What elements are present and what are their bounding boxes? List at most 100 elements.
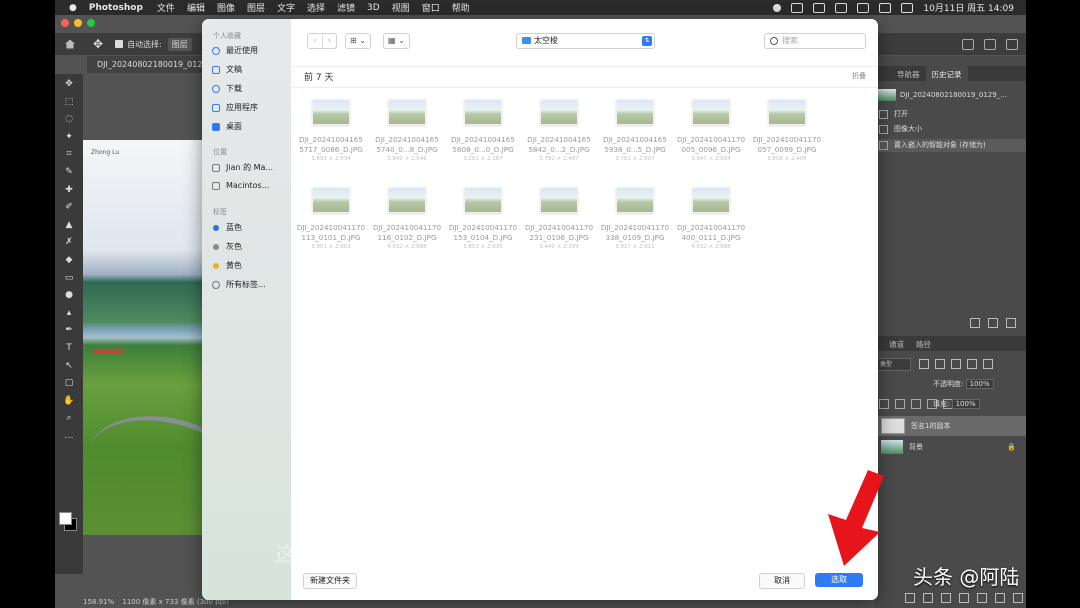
marquee-tool-icon[interactable]: ⬚ (63, 97, 75, 107)
file-item[interactable]: DJI_202410041170 400_0111_D.JPG 4,032 × 2,… (673, 187, 749, 250)
sidebar-item-disk[interactable]: Macintos... (212, 181, 269, 190)
menu-select[interactable]: 选择 (307, 1, 325, 14)
menubar-clock[interactable]: 10月11日 周五 14:09 (923, 1, 1014, 14)
brush-tool-icon[interactable]: ✐ (63, 202, 75, 212)
file-item[interactable]: DJI_20241004165 5717_0086_D.JPG 3,891 × 2,… (293, 99, 369, 162)
workspace-icon[interactable] (984, 38, 996, 50)
more-tools-icon[interactable]: … (63, 431, 75, 441)
sidebar-all-tags[interactable]: 所有标签... (212, 279, 266, 290)
home-icon[interactable] (65, 39, 75, 49)
view-mode-button[interactable]: ⊞ ⌄ (345, 33, 371, 49)
file-item[interactable]: DJI_20241004165 5740_0...8_D.JPG 3,849 × 2… (369, 99, 445, 162)
adjustment-icon[interactable] (959, 593, 969, 603)
file-item[interactable]: DJI_202410041170 057_0099_D.JPG 3,658 × 2,… (749, 99, 825, 162)
menu-layer[interactable]: 图层 (247, 1, 265, 14)
stamp-tool-icon[interactable]: ▲ (63, 220, 75, 230)
history-item[interactable]: 图像大小 (875, 123, 1026, 136)
new-layer-icon[interactable] (995, 593, 1005, 603)
history-brush-icon[interactable]: ✗ (63, 237, 75, 247)
menu-filter[interactable]: 滤镜 (337, 1, 355, 14)
eyedropper-icon[interactable]: ✎ (63, 167, 75, 177)
file-item[interactable]: DJI_20241004165 5938_0...5_D.JPG 3,761 × 2… (597, 99, 673, 162)
sidebar-item-applications[interactable]: 应用程序 (212, 102, 258, 113)
opacity-input[interactable]: 100% (965, 379, 994, 389)
mask-icon[interactable] (941, 593, 951, 603)
type-tool-icon[interactable]: T (63, 343, 75, 353)
move-tool-icon[interactable]: ✥ (63, 79, 75, 89)
minimize-window-button[interactable] (74, 19, 82, 27)
sidebar-item-recents[interactable]: 最近使用 (212, 45, 258, 56)
cancel-button[interactable]: 取消 (759, 573, 805, 589)
record-icon[interactable] (773, 3, 782, 12)
gradient-tool-icon[interactable]: ▭ (63, 273, 75, 283)
hand-tool-icon[interactable]: ✋ (63, 396, 75, 406)
bluetooth-icon[interactable] (857, 2, 870, 13)
history-snapshot[interactable]: DJI_20240802180019_0129_... (875, 86, 1026, 104)
file-item[interactable]: DJI_202410041170 116_0102_D.JPG 4,032 × 2,… (369, 187, 445, 250)
new-document-icon[interactable] (970, 318, 980, 328)
blur-tool-icon[interactable]: ● (63, 290, 75, 300)
menu-view[interactable]: 视图 (392, 1, 410, 14)
filter-adjust-icon[interactable] (935, 359, 945, 369)
apple-icon[interactable]: ● (69, 3, 77, 13)
menu-window[interactable]: 窗口 (422, 1, 440, 14)
menu-help[interactable]: 帮助 (452, 1, 470, 14)
trash-icon[interactable] (1006, 318, 1016, 328)
path-select-icon[interactable]: ↖ (63, 361, 75, 371)
search-icon[interactable] (962, 38, 974, 50)
eraser-tool-icon[interactable]: ◆ (63, 255, 75, 265)
tab-channels[interactable]: 通道 (883, 336, 910, 351)
file-item[interactable]: DJI_202410041170 153_0104_D.JPG 3,853 × 2,… (445, 187, 521, 250)
zoom-level[interactable]: 158.91% (83, 598, 114, 606)
file-item[interactable]: DJI_202410041170 113_0101_D.JPG 3,901 × 2,… (293, 187, 369, 250)
file-item[interactable]: DJI_202410041170 231_0106_D.JPG 3,449 × 2,… (521, 187, 597, 250)
sidebar-tag-blue[interactable]: 蓝色 (212, 222, 242, 233)
battery-icon[interactable] (879, 2, 892, 13)
canvas-image[interactable]: Zhong Lu (83, 140, 203, 535)
sidebar-tag-yellow[interactable]: 黄色 (212, 260, 242, 271)
history-item[interactable]: 置入嵌入的智能对象 (存储为) (875, 139, 1026, 152)
tab-navigator[interactable]: 导航器 (891, 66, 926, 81)
magic-wand-icon[interactable]: ✦ (63, 132, 75, 142)
back-button[interactable]: ‹ (308, 34, 322, 48)
camera-icon[interactable] (988, 318, 998, 328)
shape-tool-icon[interactable]: ▢ (63, 378, 75, 388)
auto-select-dropdown[interactable]: 图层 (167, 37, 192, 51)
foreground-color-swatch[interactable] (59, 512, 72, 525)
file-item[interactable]: DJI_202410041170 005_0096_D.JPG 3,947 × 2,… (673, 99, 749, 162)
search-input[interactable]: 搜索 (764, 33, 866, 49)
healing-brush-icon[interactable]: ✚ (63, 185, 75, 195)
app-name-menu[interactable]: Photoshop (89, 3, 143, 13)
filter-smart-icon[interactable] (983, 359, 993, 369)
zoom-window-button[interactable] (87, 19, 95, 27)
sidebar-item-desktop[interactable]: 桌面 (212, 121, 242, 132)
history-item[interactable]: 打开 (875, 108, 1026, 121)
menu-3d[interactable]: 3D (367, 3, 380, 13)
lock-pixels-icon[interactable] (879, 399, 889, 409)
fill-input[interactable]: 100% (951, 399, 980, 409)
lock-position-icon[interactable] (911, 399, 921, 409)
collapse-link[interactable]: 折叠 (852, 71, 866, 81)
zoom-tool-icon[interactable]: ⌕ (63, 413, 75, 423)
path-popup[interactable]: 太空梭 ⇅ (516, 33, 655, 49)
wifi-icon[interactable] (813, 2, 826, 13)
lock-paint-icon[interactable] (895, 399, 905, 409)
tab-paths[interactable]: 路径 (910, 336, 937, 351)
document-tab[interactable]: DJI_20240802180019_012 (87, 56, 217, 73)
pen-tool-icon[interactable]: ✒ (63, 325, 75, 335)
menu-image[interactable]: 图像 (217, 1, 235, 14)
file-item[interactable]: DJI_20241004165 5842_0...2_D.JPG 3,792 × 2… (521, 99, 597, 162)
tab-history[interactable]: 历史记录 (925, 66, 968, 81)
choose-button[interactable]: 选取 (815, 573, 863, 587)
filter-shape-icon[interactable] (967, 359, 977, 369)
share-icon[interactable] (1006, 38, 1018, 50)
fx-icon[interactable] (923, 593, 933, 603)
close-window-button[interactable] (61, 19, 69, 27)
sidebar-item-computer[interactable]: Jian 的 Ma... (212, 162, 273, 173)
link-layers-icon[interactable] (905, 593, 915, 603)
menu-file[interactable]: 文件 (157, 1, 175, 14)
screen-mirror-icon[interactable] (791, 2, 804, 13)
forward-button[interactable]: › (321, 34, 337, 48)
delete-layer-icon[interactable] (1013, 593, 1023, 603)
new-folder-button[interactable]: 新建文件夹 (303, 573, 357, 589)
